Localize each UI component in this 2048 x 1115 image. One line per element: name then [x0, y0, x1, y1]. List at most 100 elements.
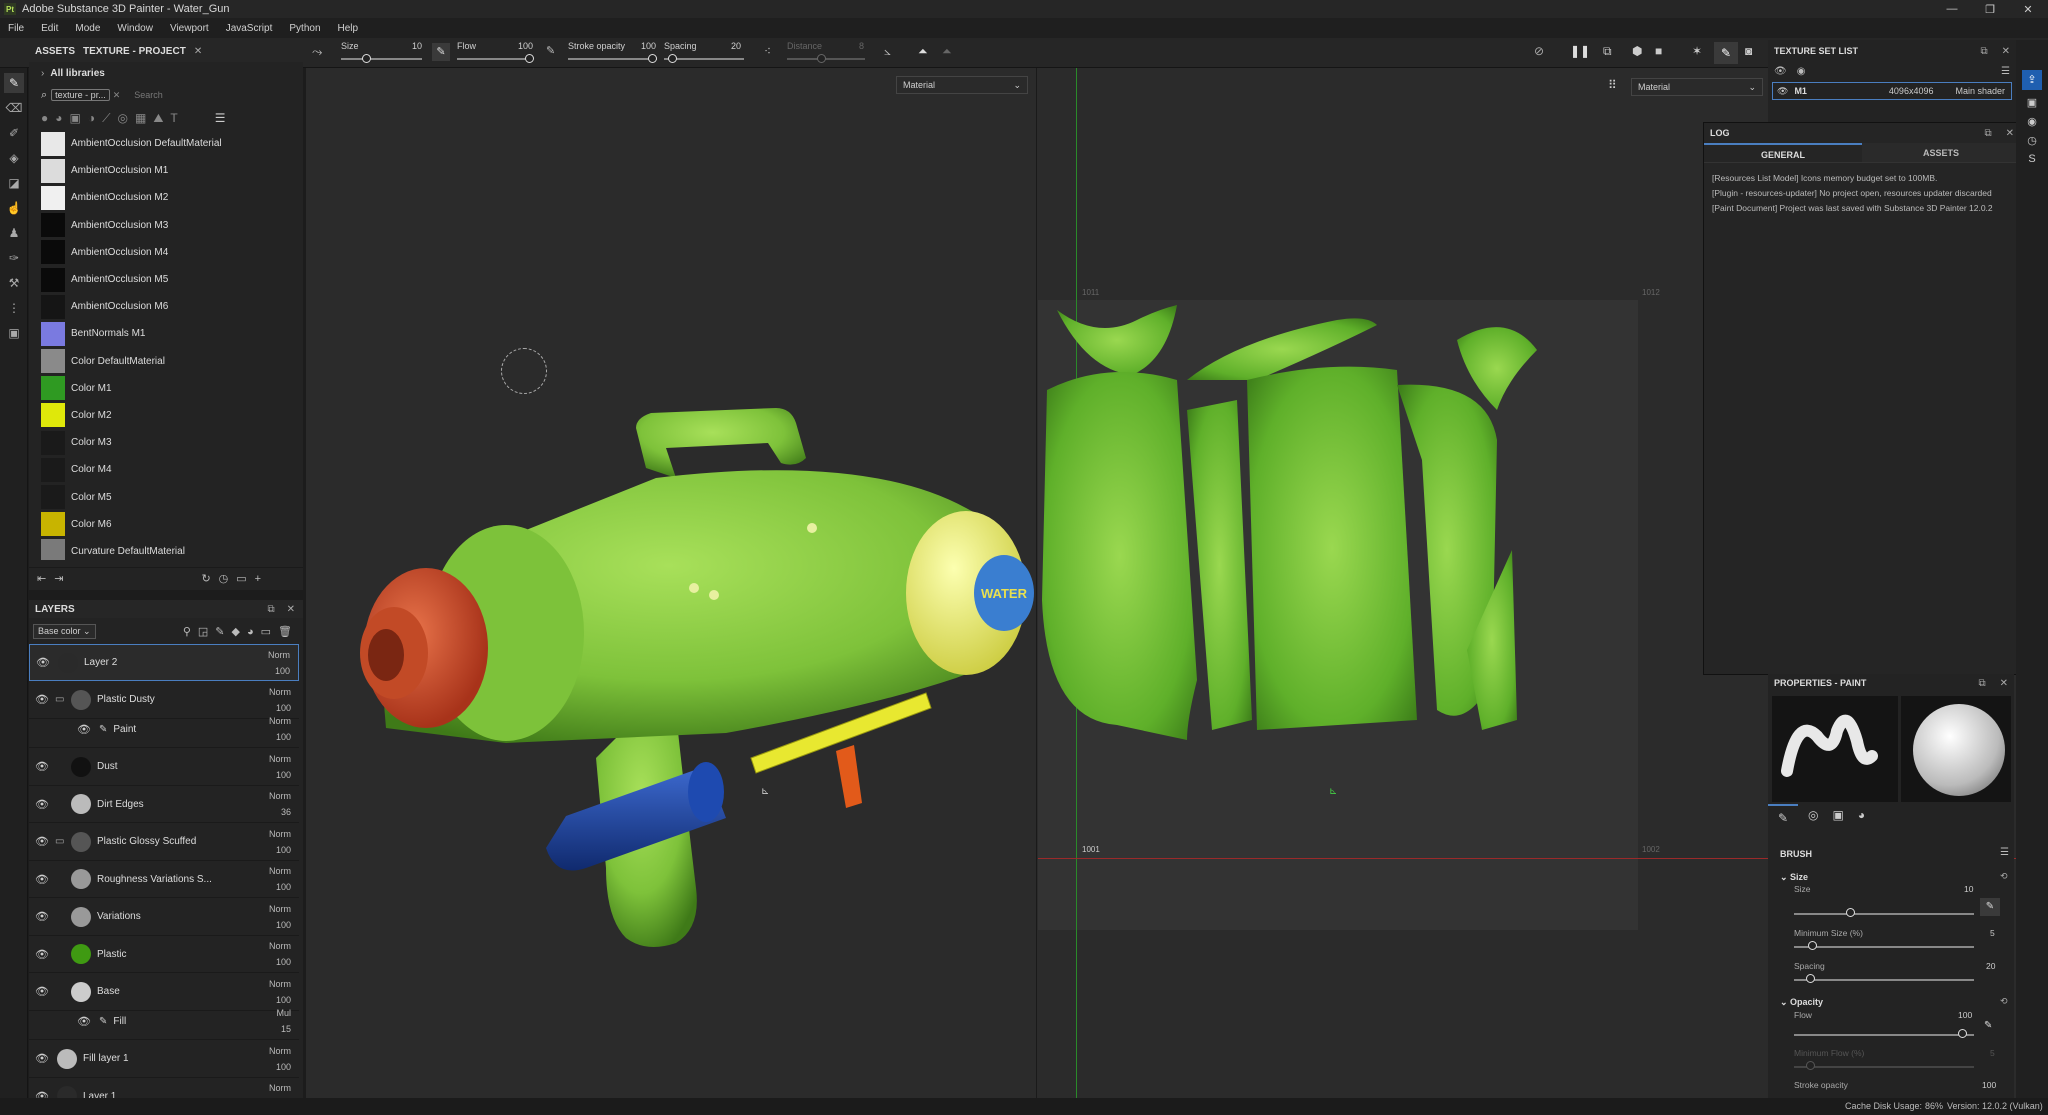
maximize-button[interactable]: ❐ — [1970, 0, 2010, 18]
smart-masks-filter-icon[interactable]: ◑ — [88, 111, 95, 125]
2d-view-mode-dropdown[interactable]: Material ⌄ — [1631, 78, 1763, 96]
layer-blend-opacity[interactable]: Norm100 — [269, 826, 291, 858]
menu-window[interactable]: Window — [117, 23, 153, 34]
add-to-shelf-icon[interactable]: ⇤ — [37, 572, 46, 585]
menu-mode[interactable]: Mode — [75, 23, 100, 34]
size-slider[interactable] — [341, 58, 422, 60]
brush-tab-icon[interactable]: ✎ — [1768, 804, 1798, 830]
tab-assets[interactable]: ASSETS — [35, 46, 75, 57]
layer-visibility-icon[interactable]: 👁 — [33, 948, 51, 961]
textures-filter-icon[interactable]: ▦ — [135, 111, 146, 125]
smart-materials-filter-icon[interactable]: ◕ — [55, 111, 62, 125]
search-input[interactable]: Search — [134, 90, 163, 100]
asset-item[interactable]: Color DefaultMaterial — [29, 348, 303, 375]
symmetry-icon[interactable]: ⏶ — [918, 44, 928, 59]
layer-visibility-icon[interactable]: 👁 — [33, 760, 51, 773]
paint-brush-tool-icon[interactable]: ✎ — [4, 73, 24, 93]
asset-item[interactable]: BentNormals M1 — [29, 320, 303, 347]
float-panel-icon[interactable]: ⧉ — [1984, 128, 1991, 139]
layer-visibility-icon[interactable]: 👁 — [33, 693, 51, 706]
size-slider-knob[interactable] — [362, 54, 371, 63]
layer-opacity[interactable]: 100 — [269, 879, 291, 895]
asset-item[interactable]: AmbientOcclusion M6 — [29, 293, 303, 320]
filter-chip-close-icon[interactable]: ✕ — [113, 90, 121, 101]
layer-blend-opacity[interactable]: Norm100 — [269, 1043, 291, 1075]
substance-icon[interactable]: S — [2022, 153, 2042, 165]
add-fill-layer-icon[interactable]: ◆ — [232, 626, 247, 638]
tab-texture-project[interactable]: TEXTURE - PROJECT — [83, 46, 186, 57]
asset-item[interactable]: AmbientOcclusion M5 — [29, 266, 303, 293]
layer-name[interactable]: Dirt Edges — [97, 799, 144, 810]
layer-visibility-icon[interactable]: 👁 — [33, 1052, 51, 1065]
environment-filter-icon[interactable]: ⛰ — [153, 111, 163, 126]
menu-python[interactable]: Python — [289, 23, 320, 34]
layer-row[interactable]: 👁 ✎ Fill Mul 15 — [29, 1003, 299, 1040]
path-tool-icon[interactable]: ⋮ — [4, 298, 24, 318]
float-panel-icon[interactable]: ⧉ — [1980, 46, 1987, 57]
asset-item[interactable]: AmbientOcclusion DefaultMaterial — [29, 130, 303, 157]
layer-name[interactable]: Plastic Dusty — [97, 694, 155, 705]
asset-item[interactable]: Curvature DefaultMaterial — [29, 538, 303, 560]
size-prop-slider[interactable] — [1794, 913, 1974, 915]
layer-row[interactable]: 👁 Plastic Norm 100 — [29, 936, 299, 973]
layer-row[interactable]: 👁 ▭ Plastic Glossy Scuffed Norm 100 — [29, 824, 299, 861]
minimize-button[interactable]: — — [1932, 0, 1972, 18]
blend-mode[interactable]: Norm — [269, 1080, 291, 1096]
reset-icon[interactable]: ⟲ — [2000, 871, 2008, 882]
blend-mode[interactable]: Norm — [269, 901, 291, 917]
spacing-slider-knob[interactable] — [668, 54, 677, 63]
chevron-right-icon[interactable]: › — [41, 68, 44, 79]
viewport-split-icon[interactable]: ⧉ — [1603, 44, 1612, 59]
material-tab-icon[interactable]: ◕ — [1858, 808, 1865, 822]
close-window-button[interactable]: ✕ — [2008, 0, 2048, 18]
min-size-knob[interactable] — [1808, 941, 1817, 950]
blend-mode[interactable]: Norm — [269, 938, 291, 954]
reset-icon[interactable]: ⟲ — [2000, 996, 2008, 1007]
blend-mode[interactable]: Mul — [276, 1005, 291, 1021]
layer-visibility-icon[interactable]: 👁 — [33, 985, 51, 998]
visibility-toggle-icon[interactable]: 👁 — [1774, 66, 1787, 77]
eye-icon[interactable]: 👁 — [1777, 86, 1788, 97]
layer-row[interactable]: 👁 Roughness Variations S... Norm 100 — [29, 861, 299, 898]
layer-visibility-icon[interactable]: 👁 — [34, 656, 52, 669]
asset-item[interactable]: Color M3 — [29, 429, 303, 456]
distance-slider-knob[interactable] — [817, 54, 826, 63]
size-pressure-icon[interactable]: ✎ — [1980, 898, 2000, 916]
layer-blend-opacity[interactable]: Norm 36 — [269, 788, 291, 820]
layer-name[interactable]: Fill layer 1 — [83, 1053, 129, 1064]
layer-opacity[interactable]: 36 — [269, 804, 291, 820]
lazy-brush-icon[interactable]: ⁖ — [764, 44, 771, 58]
layer-opacity[interactable]: 15 — [276, 1021, 291, 1037]
layer-blend-opacity[interactable]: Norm100 — [269, 901, 291, 933]
refresh-icon[interactable]: ↻ — [201, 572, 210, 585]
float-panel-icon[interactable]: ⧉ — [1978, 678, 1985, 689]
color-picker-tool-icon[interactable]: ✑ — [4, 248, 24, 268]
layer-opacity[interactable]: 100 — [269, 729, 291, 745]
asset-item[interactable]: Color M4 — [29, 456, 303, 483]
blend-mode[interactable]: Norm — [269, 788, 291, 804]
layer-row[interactable]: 👁 Variations Norm 100 — [29, 899, 299, 936]
polygon-fill-tool-icon[interactable]: ◪ — [4, 173, 24, 193]
bake-tool-icon[interactable]: ⚒ — [4, 273, 24, 293]
smudge-tool-icon[interactable]: ☝ — [4, 198, 24, 218]
layer-name[interactable]: Roughness Variations S... — [97, 874, 212, 885]
layer-row[interactable]: 👁 Layer 2 Norm 100 — [29, 644, 299, 681]
spacing-prop-knob[interactable] — [1806, 974, 1815, 983]
brushes-filter-icon[interactable]: ⟋ — [102, 111, 110, 126]
export-icon[interactable]: ⇪ — [2022, 70, 2042, 90]
layer-opacity[interactable]: 100 — [269, 954, 291, 970]
layer-opacity[interactable]: 100 — [269, 917, 291, 933]
size-prop-knob[interactable] — [1846, 908, 1855, 917]
layer-opacity[interactable]: 100 — [268, 663, 290, 679]
flow-slider[interactable] — [457, 58, 532, 60]
close-layers-icon[interactable]: ✕ — [287, 604, 295, 615]
pen-pressure-icon[interactable]: ✎ — [432, 43, 450, 61]
asset-item[interactable]: AmbientOcclusion M3 — [29, 212, 303, 239]
blend-mode[interactable]: Norm — [269, 684, 291, 700]
spacing-prop-slider[interactable] — [1794, 979, 1974, 981]
folder-icon[interactable]: ▭ — [236, 572, 246, 585]
blend-mode[interactable]: Norm — [269, 713, 291, 729]
import-icon[interactable]: ⇥ — [54, 572, 63, 585]
distance-slider[interactable] — [787, 58, 865, 60]
asset-item[interactable]: AmbientOcclusion M1 — [29, 157, 303, 184]
